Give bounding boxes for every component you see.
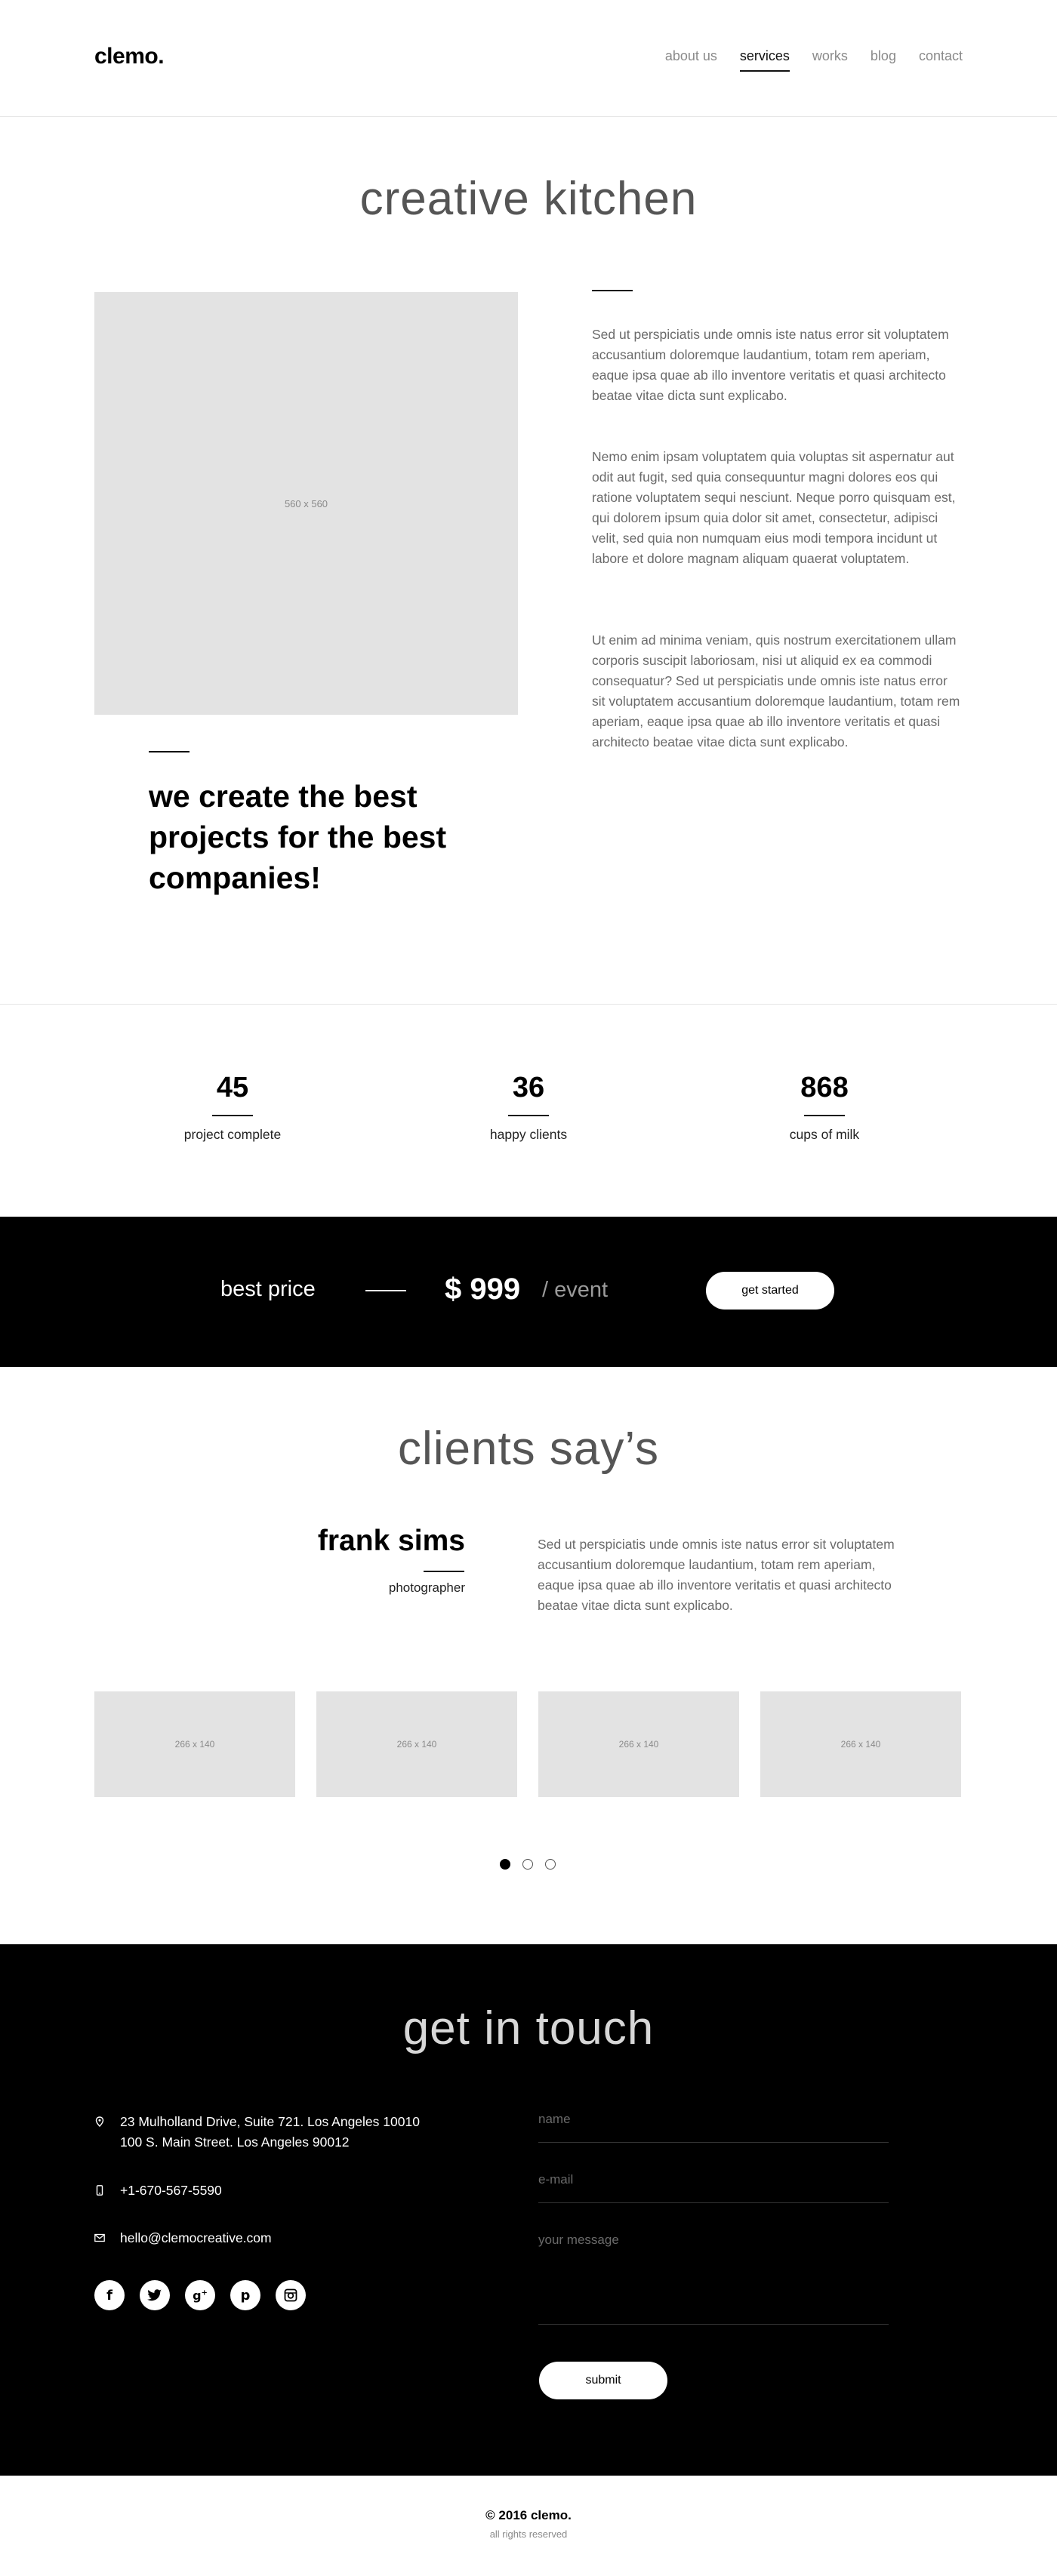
about-paragraph-3: Ut enim ad minima veniam, quis nostrum e… xyxy=(592,632,960,749)
pricing-divider xyxy=(365,1290,406,1291)
stat-label: happy clients xyxy=(489,1127,568,1142)
carousel-dots xyxy=(500,1859,556,1870)
client-logo-label: 266 x 140 xyxy=(396,1739,437,1750)
client-logo-placeholder: 266 x 140 xyxy=(538,1691,739,1797)
contact-section: get in touch xyxy=(0,1944,1057,2476)
about-image-label: 560 x 560 xyxy=(284,497,328,509)
email-address[interactable]: hello@clemocreative.com xyxy=(120,2228,543,2248)
email-field[interactable]: e-mail xyxy=(538,2172,889,2203)
client-logo-label: 266 x 140 xyxy=(618,1739,659,1750)
facebook-icon[interactable]: f xyxy=(94,2280,125,2310)
pricing-band: best price $ 999 / event get started xyxy=(0,1217,1057,1367)
slogan-divider xyxy=(149,751,190,752)
nav-contact[interactable]: contact xyxy=(919,48,963,64)
site-header: clemo. about us services works blog cont… xyxy=(0,0,1057,117)
instagram-icon[interactable] xyxy=(276,2280,306,2310)
client-role: photographer xyxy=(388,1580,465,1595)
phone-icon xyxy=(96,2185,103,2196)
stat-label: project complete xyxy=(183,1127,282,1142)
logo[interactable]: clemo. xyxy=(94,44,165,69)
about-divider xyxy=(592,290,633,291)
main-nav: about us services works blog contact xyxy=(643,48,963,72)
client-quote: Sed ut perspiciatis unde omnis iste natu… xyxy=(538,1537,895,1613)
client-logo-placeholder: 266 x 140 xyxy=(760,1691,961,1797)
stat-value: 868 xyxy=(800,1072,849,1103)
about-paragraph-2: Nemo enim ipsam voluptatem quia voluptas… xyxy=(592,449,956,566)
stat-label: cups of milk xyxy=(789,1127,860,1142)
phone-number[interactable]: +1-670-567-5590 xyxy=(120,2181,543,2201)
twitter-icon[interactable] xyxy=(140,2280,170,2310)
about-title: creative kitchen xyxy=(359,173,698,225)
contact-title: get in touch xyxy=(402,2002,655,2054)
client-name: frank sims xyxy=(317,1525,465,1557)
testimonials-title: clients say’s xyxy=(397,1423,660,1475)
pricing-price: $ 999 xyxy=(445,1273,521,1306)
carousel-dot-1[interactable] xyxy=(500,1859,510,1870)
stat-milk: 868 cups of milk xyxy=(711,1072,938,1143)
address-line-1: 23 Mulholland Drive, Suite 721. Los Ange… xyxy=(120,2114,420,2129)
about-paragraph-1: Sed ut perspiciatis unde omnis iste natu… xyxy=(592,327,949,403)
submit-button[interactable]: submit xyxy=(539,2362,667,2399)
nav-about-us[interactable]: about us xyxy=(665,48,717,64)
about-image-placeholder: 560 x 560 xyxy=(94,292,518,715)
carousel-dot-2[interactable] xyxy=(522,1859,533,1870)
slogan: we create the best projects for the best… xyxy=(149,779,447,895)
client-logo-label: 266 x 140 xyxy=(174,1739,215,1750)
stat-divider xyxy=(508,1115,549,1116)
stat-clients: 36 happy clients xyxy=(415,1072,642,1143)
client-logo-label: 266 x 140 xyxy=(840,1739,881,1750)
section-divider xyxy=(0,1004,1057,1005)
footer-copyright: © 2016 clemo. xyxy=(485,2508,572,2522)
pricing-label: best price xyxy=(220,1277,316,1301)
pinterest-icon[interactable]: p xyxy=(230,2280,260,2310)
stat-value: 36 xyxy=(512,1072,545,1103)
nav-blog[interactable]: blog xyxy=(871,48,896,64)
name-field[interactable]: name xyxy=(538,2112,889,2143)
envelope-icon xyxy=(94,2233,105,2242)
client-logo-placeholder: 266 x 140 xyxy=(316,1691,517,1797)
stat-divider xyxy=(804,1115,845,1116)
client-divider xyxy=(424,1571,464,1572)
client-logo-placeholder: 266 x 140 xyxy=(94,1691,295,1797)
nav-works[interactable]: works xyxy=(812,48,848,64)
stat-divider xyxy=(212,1115,253,1116)
nav-services[interactable]: services xyxy=(739,48,790,72)
get-started-button[interactable]: get started xyxy=(706,1272,834,1310)
footer-rights: all rights reserved xyxy=(489,2528,568,2540)
stat-projects: 45 project complete xyxy=(119,1072,346,1143)
stat-value: 45 xyxy=(216,1072,249,1103)
message-field[interactable]: your message xyxy=(538,2233,889,2325)
carousel-dot-3[interactable] xyxy=(545,1859,556,1870)
social-links: f g+ p xyxy=(94,2280,306,2310)
map-pin-icon xyxy=(95,2116,104,2127)
google-plus-icon[interactable]: g+ xyxy=(185,2280,215,2310)
pricing-per: / event xyxy=(542,1278,609,1302)
address-line-2: 100 S. Main Street. Los Angeles 90012 xyxy=(120,2134,350,2150)
